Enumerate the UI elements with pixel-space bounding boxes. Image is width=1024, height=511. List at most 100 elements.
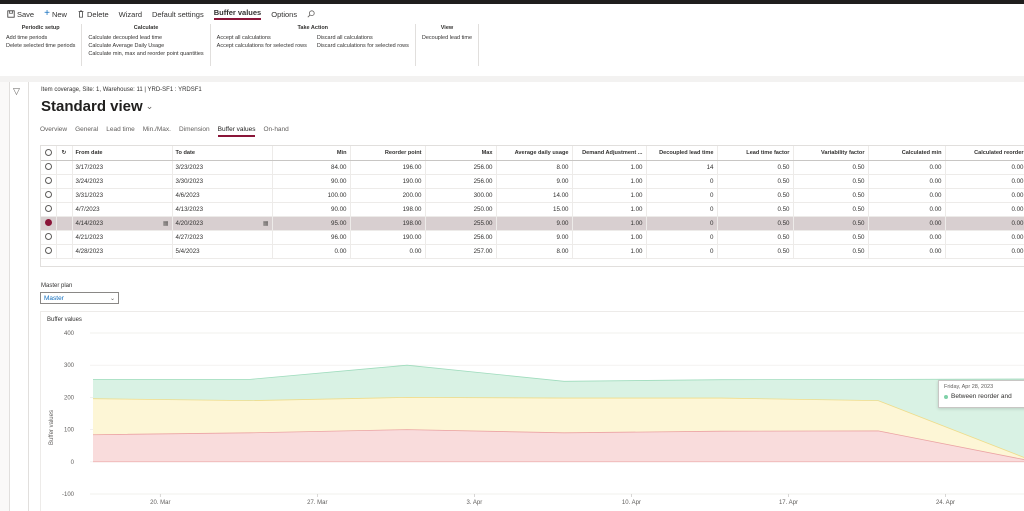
table-row[interactable]: 3/24/2023 3/30/2023 90.00 190.00 256.00 9.00 1… (41, 174, 1024, 189)
buffer-values-tab[interactable]: Buffer values (209, 4, 267, 24)
table-cell[interactable]: 4/13/2023 (172, 202, 273, 217)
row-select-checkbox[interactable] (41, 160, 57, 175)
table-cell[interactable]: 0.00 (945, 230, 1024, 245)
table-cell[interactable]: 0.50 (717, 188, 794, 203)
table-row[interactable]: 4/21/2023 4/27/2023 96.00 190.00 256.00 9.00 1… (41, 230, 1024, 245)
decoupled-lead-time-view-button[interactable]: Decoupled lead time (422, 34, 472, 42)
row-select-checkbox[interactable] (41, 188, 57, 203)
table-cell[interactable]: 257.00 (425, 244, 497, 259)
table-cell[interactable]: 1.00 (572, 202, 647, 217)
table-cell[interactable]: 4/20/2023 ▦ (172, 216, 273, 231)
table-cell[interactable]: 0.50 (717, 202, 794, 217)
col-decoupled-lead-time[interactable]: Decoupled lead time (646, 146, 718, 161)
col-lead-time-factor[interactable]: Lead time factor (717, 146, 794, 161)
table-cell[interactable]: 198.00 (350, 202, 426, 217)
table-cell[interactable]: 3/24/2023 (72, 174, 173, 189)
table-cell[interactable]: 95.00 (272, 216, 351, 231)
table-cell[interactable]: 90.00 (272, 174, 351, 189)
table-cell[interactable]: 256.00 (425, 160, 497, 175)
calendar-icon[interactable]: ▦ (263, 220, 269, 227)
table-cell[interactable]: 8.00 (496, 160, 573, 175)
table-cell[interactable]: 4/27/2023 (172, 230, 273, 245)
accept-all-button[interactable]: Accept all calculations (217, 34, 307, 42)
table-cell[interactable]: 0 (646, 174, 718, 189)
discard-all-button[interactable]: Discard all calculations (317, 34, 409, 42)
calendar-icon[interactable]: ▦ (163, 220, 169, 227)
table-cell[interactable]: 190.00 (350, 230, 426, 245)
table-cell[interactable]: 4/6/2023 (172, 188, 273, 203)
table-cell[interactable]: 8.00 (496, 244, 573, 259)
table-cell[interactable]: 0.00 (945, 216, 1024, 231)
table-cell[interactable]: 0.00 (945, 188, 1024, 203)
table-cell[interactable]: 250.00 (425, 202, 497, 217)
table-cell[interactable]: 0.00 (945, 202, 1024, 217)
table-cell[interactable]: 255.00 (425, 216, 497, 231)
table-cell[interactable]: 1.00 (572, 174, 647, 189)
tab-on-hand[interactable]: On-hand (263, 126, 288, 137)
table-cell[interactable]: 0.50 (793, 230, 869, 245)
tab-lead-time[interactable]: Lead time (106, 126, 135, 137)
table-cell[interactable]: 0.50 (717, 230, 794, 245)
calc-adu-button[interactable]: Calculate Average Daily Usage (88, 42, 203, 50)
tab-general[interactable]: General (75, 126, 98, 137)
table-cell[interactable]: 84.00 (272, 160, 351, 175)
table-cell[interactable]: 9.00 (496, 216, 573, 231)
table-cell[interactable]: 3/17/2023 (72, 160, 173, 175)
table-cell[interactable]: 4/14/2023 ▦ (72, 216, 173, 231)
table-cell[interactable]: 0.50 (793, 244, 869, 259)
table-cell[interactable]: 1.00 (572, 230, 647, 245)
table-cell[interactable]: 0 (646, 216, 718, 231)
table-cell[interactable]: 300.00 (425, 188, 497, 203)
table-cell[interactable]: 0.00 (868, 160, 946, 175)
col-reorder-point[interactable]: Reorder point (350, 146, 426, 161)
col-variability-factor[interactable]: Variability factor (793, 146, 869, 161)
table-cell[interactable]: 100.00 (272, 188, 351, 203)
table-cell[interactable]: 0.00 (868, 244, 946, 259)
table-cell[interactable]: 3/31/2023 (72, 188, 173, 203)
table-cell[interactable]: 256.00 (425, 230, 497, 245)
table-cell[interactable]: 0 (646, 188, 718, 203)
tab-buffer-values[interactable]: Buffer values (217, 126, 256, 137)
col-calculated-min[interactable]: Calculated min (868, 146, 946, 161)
table-cell[interactable]: 0 (646, 230, 718, 245)
tab-min-max[interactable]: Min./Max. (143, 126, 171, 137)
table-cell[interactable]: 0.00 (868, 216, 946, 231)
col-average-daily-usage[interactable]: Average daily usage (496, 146, 573, 161)
col-to-date[interactable]: To date (172, 146, 273, 161)
table-cell[interactable]: 0.50 (717, 174, 794, 189)
table-cell[interactable]: 0.00 (945, 244, 1024, 259)
row-select-checkbox[interactable] (41, 174, 57, 189)
table-cell[interactable]: 0.00 (945, 160, 1024, 175)
save-button[interactable]: Save (2, 4, 39, 24)
filter-icon[interactable]: ▽ (13, 86, 20, 97)
table-row[interactable]: 3/31/2023 4/6/2023 100.00 200.00 300.00 14.00… (41, 188, 1024, 203)
table-cell[interactable]: 190.00 (350, 174, 426, 189)
table-cell[interactable]: 5/4/2023 (172, 244, 273, 259)
refresh-icon[interactable]: ↻ (56, 146, 73, 161)
add-time-periods-button[interactable]: Add time periods (6, 34, 75, 42)
table-cell[interactable]: 0.50 (793, 188, 869, 203)
table-cell[interactable]: 0.00 (868, 188, 946, 203)
table-cell[interactable]: 4/21/2023 (72, 230, 173, 245)
table-cell[interactable]: 0.50 (717, 244, 794, 259)
table-cell[interactable]: 1.00 (572, 216, 647, 231)
delete-time-periods-button[interactable]: Delete selected time periods (6, 42, 75, 50)
col-min[interactable]: Min (272, 146, 351, 161)
table-row[interactable]: 4/28/2023 5/4/2023 0.00 0.00 257.00 8.00 1.00 0… (41, 244, 1024, 259)
table-cell[interactable]: 0 (646, 244, 718, 259)
search-button[interactable] (302, 4, 320, 24)
delete-button[interactable]: Delete (72, 4, 114, 24)
table-cell[interactable]: 96.00 (272, 230, 351, 245)
row-select-checkbox[interactable] (41, 230, 57, 245)
row-select-checkbox[interactable] (41, 244, 57, 259)
table-cell[interactable]: 14 (646, 160, 718, 175)
table-cell[interactable]: 1.00 (572, 188, 647, 203)
table-cell[interactable]: 0.00 (868, 230, 946, 245)
table-cell[interactable]: 256.00 (425, 174, 497, 189)
col-max[interactable]: Max (425, 146, 497, 161)
col-calculated-reorder[interactable]: Calculated reorder (945, 146, 1024, 161)
calc-decoupled-lead-time-button[interactable]: Calculate decoupled lead time (88, 34, 203, 42)
table-row[interactable]: 3/17/2023 3/23/2023 84.00 196.00 256.00 8.00 1… (41, 160, 1024, 175)
table-cell[interactable]: 0.50 (717, 216, 794, 231)
table-cell[interactable]: 4/28/2023 (72, 244, 173, 259)
